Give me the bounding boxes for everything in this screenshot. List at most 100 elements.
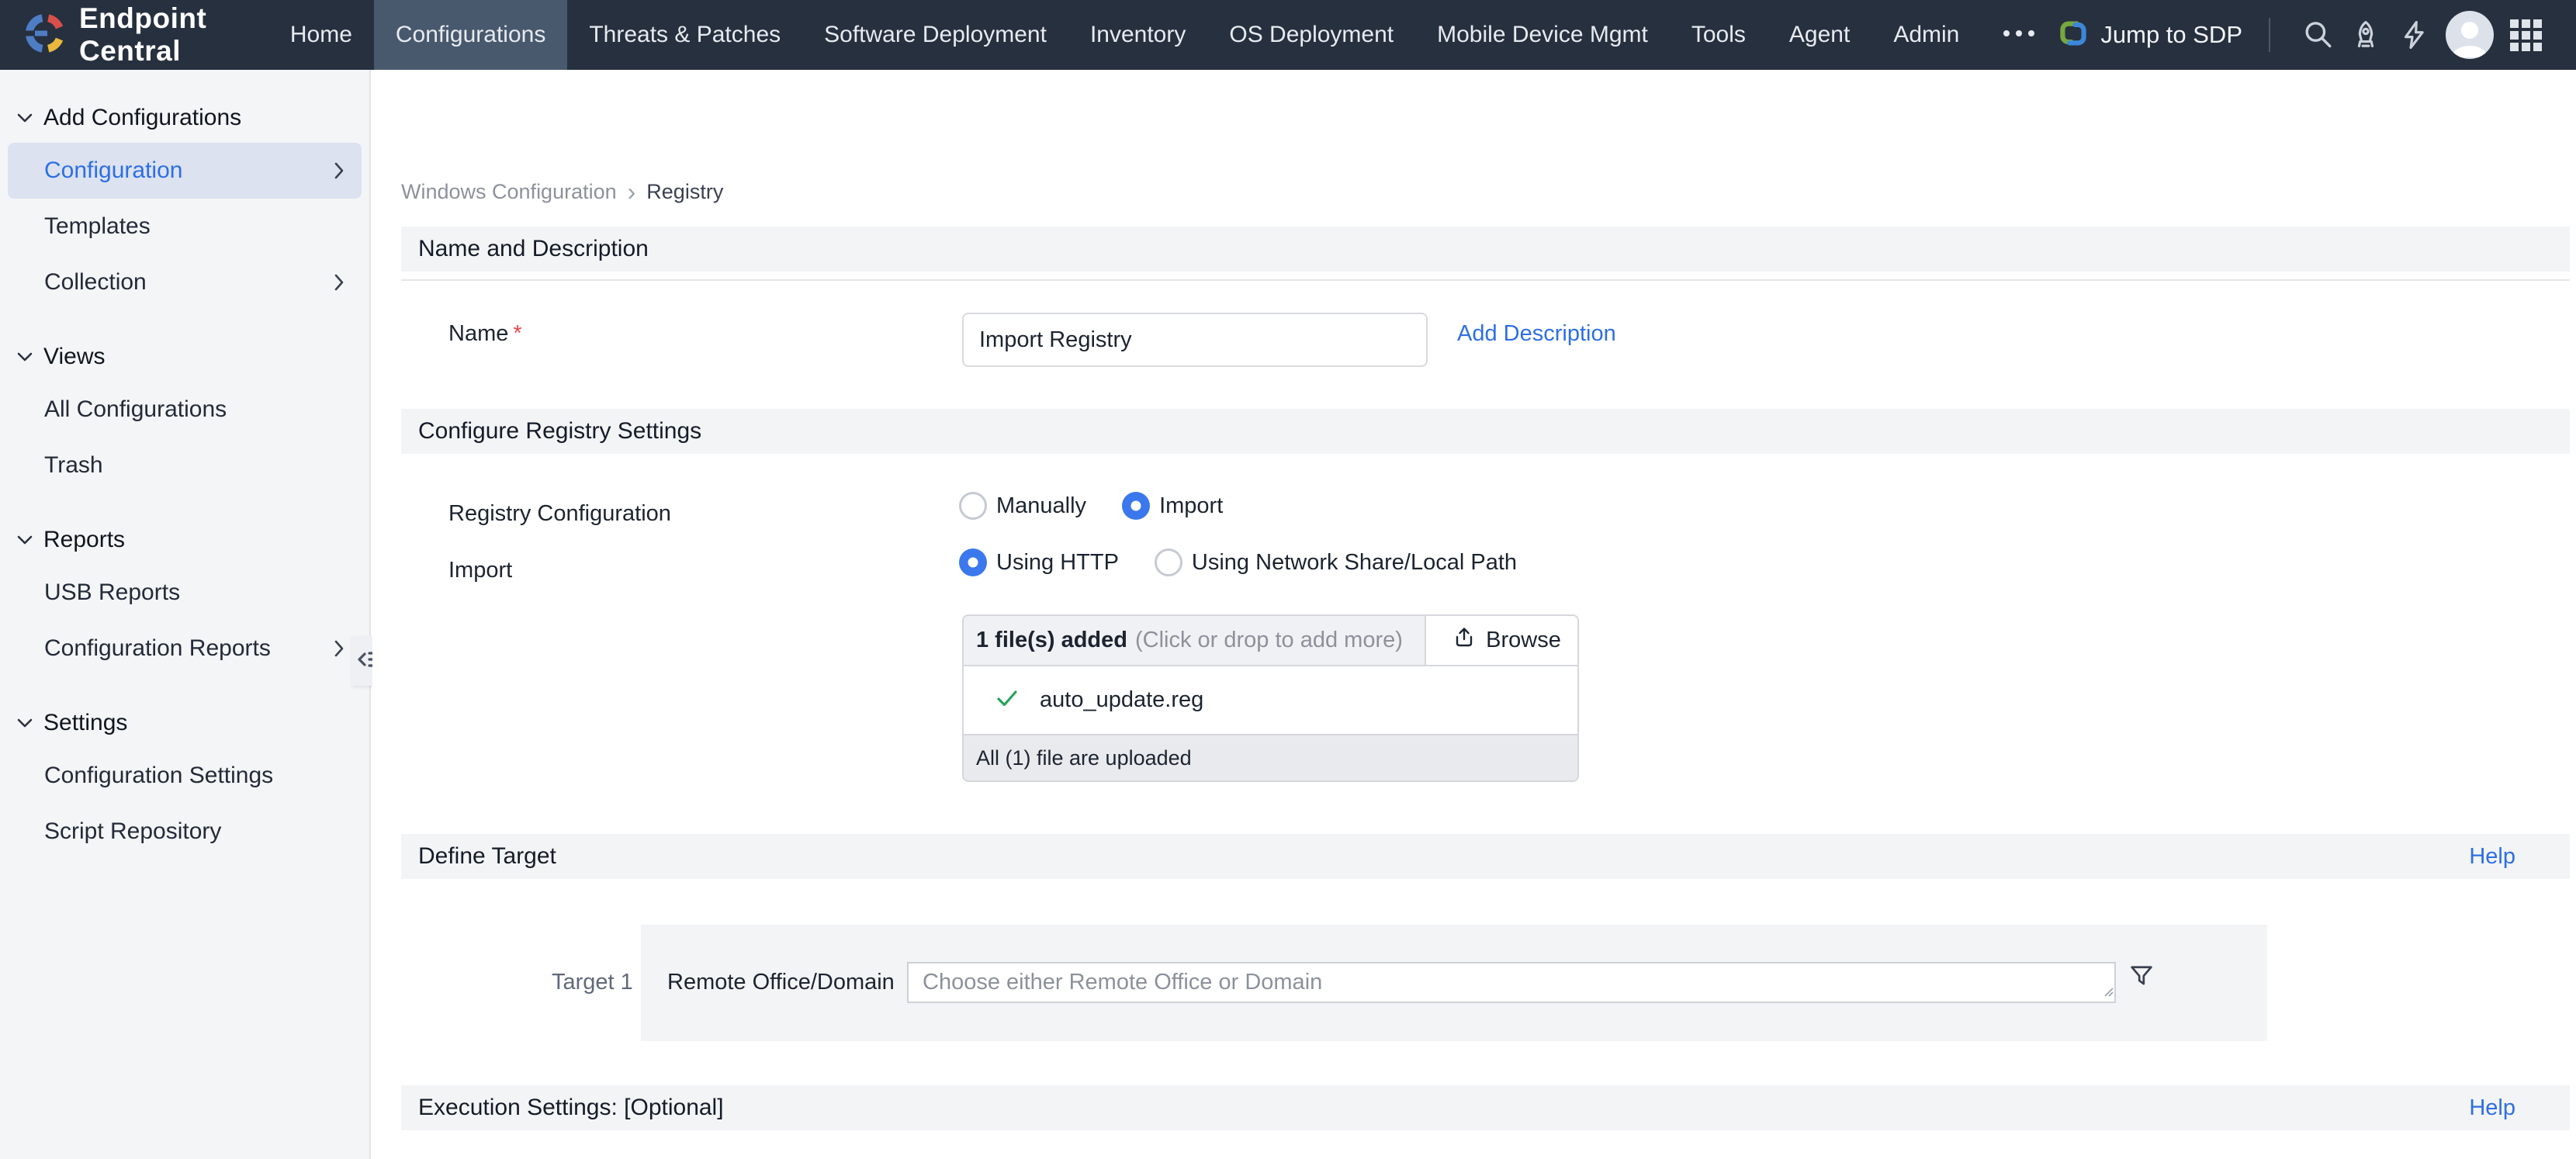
nav-item-configurations[interactable]: Configurations — [374, 0, 567, 70]
radio-option-using-network-share-local-path[interactable]: Using Network Share/Local Path — [1155, 548, 1517, 576]
nav-item-software-deployment[interactable]: Software Deployment — [802, 0, 1068, 70]
uploaded-file-list: auto_update.reg — [964, 666, 1577, 734]
jump-to-sdp-label: Jump to SDP — [2100, 21, 2242, 49]
import-label: Import — [448, 558, 512, 583]
chevron-right-icon — [334, 162, 345, 179]
sidebar-item-all-configurations[interactable]: All Configurations — [0, 382, 369, 438]
whats-new-rocket-icon[interactable] — [2342, 11, 2390, 59]
remote-office-domain-input[interactable] — [907, 962, 2116, 1003]
sdp-link-icon — [2057, 17, 2090, 54]
sidebar-item-configuration-reports[interactable]: Configuration Reports — [0, 621, 369, 676]
nav-item-tools[interactable]: Tools — [1670, 0, 1768, 70]
sidebar-group-views: ViewsAll ConfigurationsTrash — [0, 332, 369, 493]
nav-item-mobile-device-mgmt[interactable]: Mobile Device Mgmt — [1415, 0, 1670, 70]
breadcrumb-current: Registry — [646, 180, 723, 204]
radio-option-manually[interactable]: Manually — [959, 492, 1086, 520]
radio-unselected-icon — [1155, 548, 1182, 576]
registry-configuration-radio-group: Manually Import — [959, 492, 1259, 520]
endpoint-central-logo-icon — [23, 12, 67, 59]
target-row-number: Target 1 — [552, 970, 633, 995]
sidebar-group-header-settings[interactable]: Settings — [0, 698, 369, 748]
required-asterisk: * — [513, 321, 521, 346]
sidebar-item-configuration-settings[interactable]: Configuration Settings — [0, 748, 369, 804]
section-name-description: Name and Description — [401, 227, 2570, 272]
nav-item-threats-patches[interactable]: Threats & Patches — [567, 0, 802, 70]
main-content: Windows Configuration › Registry Registr… — [372, 70, 2576, 1159]
uploaded-file-row: auto_update.reg — [964, 666, 1577, 734]
ellipsis-icon — [2001, 28, 2037, 42]
name-field-label: Name* — [448, 321, 522, 347]
nav-item-agent[interactable]: Agent — [1768, 0, 1871, 70]
sidebar-item-collection[interactable]: Collection — [0, 254, 369, 310]
title-divider — [401, 279, 2570, 281]
section-configure-registry-title: Configure Registry Settings — [418, 418, 701, 445]
browse-button[interactable]: Browse — [1425, 616, 1577, 665]
sidebar-item-trash[interactable]: Trash — [0, 438, 369, 493]
nav-item-os-deployment[interactable]: OS Deployment — [1207, 0, 1415, 70]
chevron-right-icon — [334, 274, 345, 291]
sidebar-group-add-configurations: Add ConfigurationsConfigurationTemplates… — [0, 93, 369, 310]
sidebar-group-header-views[interactable]: Views — [0, 332, 369, 382]
registry-configuration-label: Registry Configuration — [448, 501, 671, 527]
radio-selected-icon — [1122, 492, 1150, 520]
breadcrumb: Windows Configuration › Registry — [401, 180, 723, 204]
apps-grid-icon[interactable] — [2502, 11, 2550, 59]
upload-status-text: All (1) file are uploaded — [964, 734, 1577, 780]
chevron-down-icon — [17, 351, 33, 362]
radio-selected-icon — [959, 548, 987, 576]
radio-option-import[interactable]: Import — [1122, 492, 1223, 520]
navbar-divider — [2269, 18, 2270, 52]
execution-settings-help-link[interactable]: Help — [2469, 1095, 2515, 1121]
chevron-down-icon — [17, 112, 33, 123]
brand-logo-link[interactable]: Endpoint Central — [0, 0, 228, 70]
file-upload-widget: 1 file(s) added (Click or drop to add mo… — [962, 614, 1579, 782]
sidebar-item-configuration[interactable]: Configuration — [8, 143, 362, 199]
section-define-target-title: Define Target — [418, 843, 556, 870]
nav-item-inventory[interactable]: Inventory — [1068, 0, 1207, 70]
upload-icon — [1452, 625, 1477, 656]
section-name-description-title: Name and Description — [418, 236, 649, 262]
sidebar-group-settings: SettingsConfiguration SettingsScript Rep… — [0, 698, 369, 860]
file-uploaded-check-icon — [995, 686, 1020, 714]
chevron-right-icon — [334, 640, 345, 657]
dropzone-hint-text: (Click or drop to add more) — [1135, 628, 1403, 653]
radio-option-using-http[interactable]: Using HTTP — [959, 548, 1119, 576]
files-added-text: 1 file(s) added — [976, 628, 1127, 653]
section-configure-registry: Configure Registry Settings — [401, 409, 2570, 454]
endpoint-central-app: Endpoint Central HomeConfigurationsThrea… — [0, 0, 2576, 1159]
chevron-down-icon — [17, 535, 33, 545]
browse-label: Browse — [1486, 628, 1561, 653]
remote-office-domain-label: Remote Office/Domain — [667, 970, 895, 995]
left-sidebar: Add ConfigurationsConfigurationTemplates… — [0, 70, 371, 1159]
sidebar-group-header-add-configurations[interactable]: Add Configurations — [0, 93, 369, 143]
uploaded-file-name: auto_update.reg — [1040, 687, 1203, 713]
sidebar-item-templates[interactable]: Templates — [0, 199, 369, 254]
sidebar-item-usb-reports[interactable]: USB Reports — [0, 565, 369, 621]
define-target-help-link[interactable]: Help — [2469, 844, 2515, 870]
top-navbar: Endpoint Central HomeConfigurationsThrea… — [0, 0, 2576, 70]
import-method-radio-group: Using HTTP Using Network Share/Local Path — [959, 548, 1553, 576]
radio-unselected-icon — [959, 492, 987, 520]
brand-title: Endpoint Central — [79, 2, 228, 67]
target-filter-icon[interactable] — [2124, 959, 2159, 993]
nav-overflow-button[interactable] — [1981, 0, 2057, 70]
quick-actions-flash-icon[interactable] — [2390, 11, 2438, 59]
add-description-link[interactable]: Add Description — [1457, 321, 1616, 347]
user-avatar[interactable] — [2446, 11, 2494, 59]
nav-item-admin[interactable]: Admin — [1871, 0, 1981, 70]
section-execution-settings-title: Execution Settings: [Optional] — [418, 1095, 724, 1121]
main-navigation: HomeConfigurationsThreats & PatchesSoftw… — [268, 0, 1982, 70]
navbar-right-cluster: Jump to SDP — [2057, 0, 2576, 70]
file-dropzone[interactable]: 1 file(s) added (Click or drop to add mo… — [964, 616, 1425, 665]
chevron-down-icon — [17, 718, 33, 728]
jump-to-sdp-button[interactable]: Jump to SDP — [2057, 17, 2242, 54]
section-execution-settings: Execution Settings: [Optional] Help — [401, 1085, 2570, 1130]
nav-item-home[interactable]: Home — [268, 0, 374, 70]
search-icon[interactable] — [2294, 11, 2342, 59]
sidebar-item-script-repository[interactable]: Script Repository — [0, 804, 369, 860]
sidebar-group-reports: ReportsUSB ReportsConfiguration Reports — [0, 515, 369, 676]
breadcrumb-parent[interactable]: Windows Configuration — [401, 180, 617, 204]
sidebar-group-header-reports[interactable]: Reports — [0, 515, 369, 565]
breadcrumb-chevron-icon: › — [628, 182, 636, 202]
name-input[interactable] — [962, 313, 1428, 367]
